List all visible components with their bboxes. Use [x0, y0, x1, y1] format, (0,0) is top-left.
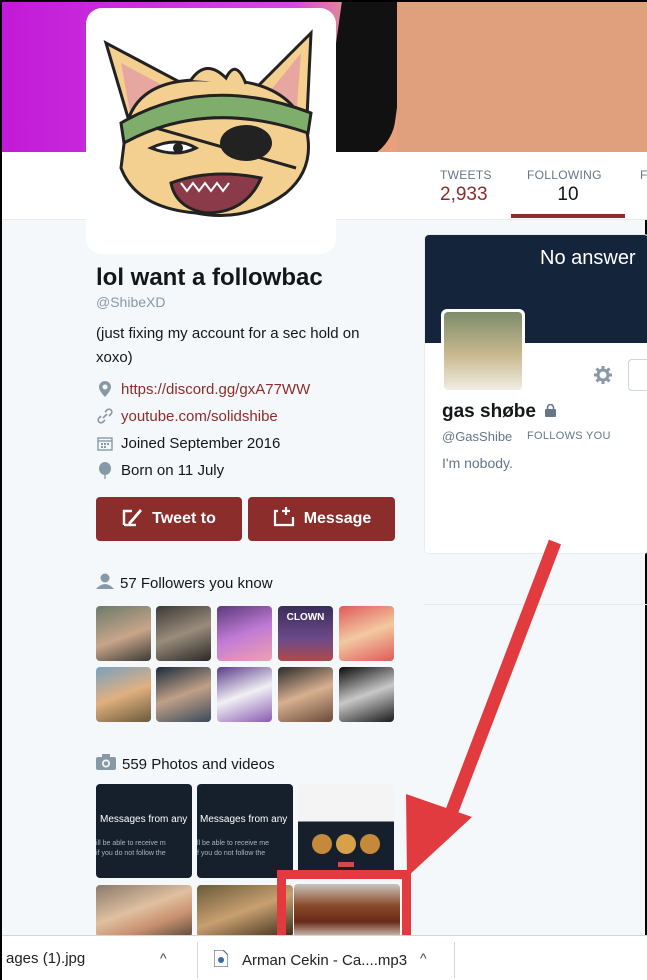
- download-item[interactable]: Arman Cekin - Ca....mp3: [213, 949, 408, 971]
- audio-file-icon: [213, 949, 229, 971]
- chevron-up-icon[interactable]: ^: [420, 950, 427, 966]
- divider: [454, 942, 455, 978]
- download-item[interactable]: ages (1).jpg: [6, 950, 85, 967]
- download-filename: Arman Cekin - Ca....mp3: [242, 952, 408, 969]
- divider: [197, 942, 198, 978]
- annotation-arrow: [406, 539, 562, 877]
- download-bar: ages (1).jpg ^ Arman Cekin - Ca....mp3 ^: [2, 935, 647, 980]
- download-filename: ages (1).jpg: [6, 950, 86, 967]
- chevron-up-icon[interactable]: ^: [160, 950, 167, 966]
